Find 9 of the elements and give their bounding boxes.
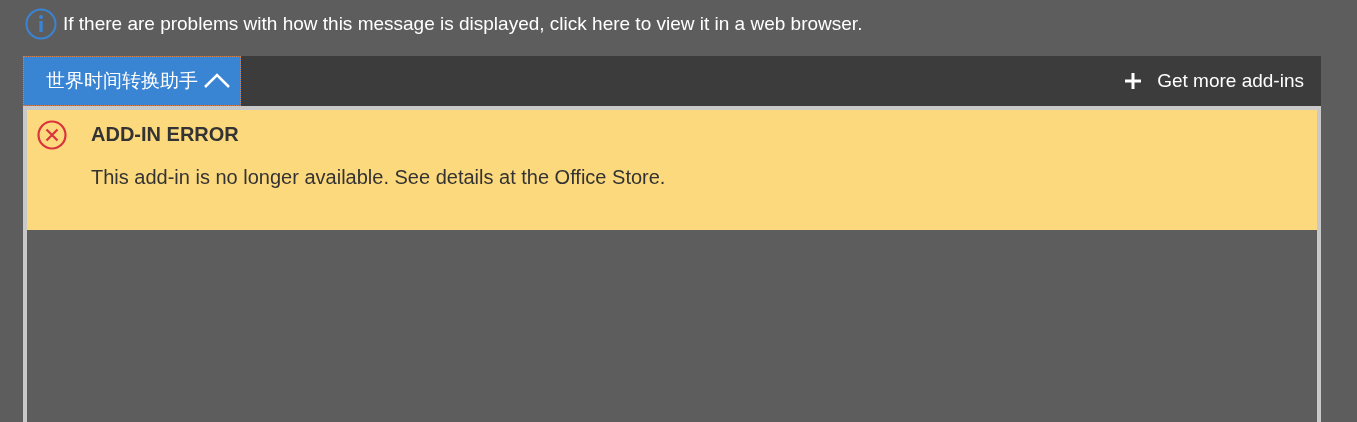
view-in-browser-link[interactable]: If there are problems with how this message is displayed, click here to view it in a web browser. <box>63 13 863 35</box>
chevron-up-icon <box>204 73 230 89</box>
error-message: This add-in is no longer available. See details at the Office Store. <box>91 166 666 189</box>
info-icon <box>25 8 57 40</box>
error-title: ADD-IN ERROR <box>91 122 240 146</box>
error-icon <box>37 120 67 150</box>
get-more-add-ins-button[interactable]: Get more add-ins <box>1119 56 1321 106</box>
addin-tab[interactable]: 世界时间转换助手 <box>23 56 241 106</box>
plus-icon <box>1125 73 1142 89</box>
